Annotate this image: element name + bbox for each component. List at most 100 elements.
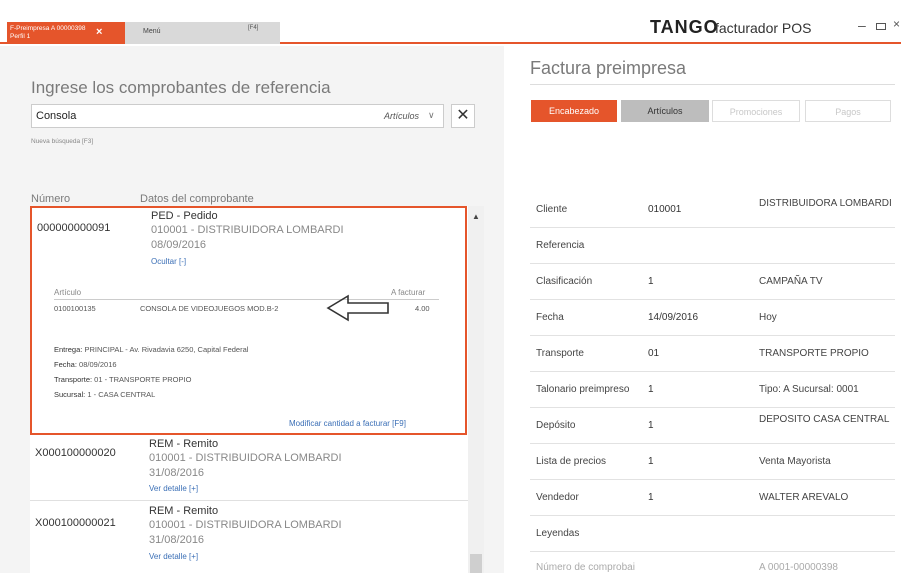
field-vendedor[interactable]: Vendedor 1 WALTER AREVALO [530,480,895,516]
scroll-thumb[interactable] [470,554,482,573]
field-fecha[interactable]: Fecha 14/09/2016 Hoy [530,300,895,336]
field-numero-comprobante[interactable]: Número de comprobai A 0001-00000398 [530,552,895,573]
field-description: DEPOSITO CASA CENTRAL [759,414,890,425]
record-type: REM - Remito [149,438,219,450]
field-label: Referencia [536,240,585,251]
column-header-numero: Número [31,193,71,205]
field-referencia[interactable]: Referencia [530,228,895,264]
show-detail-link[interactable]: Ver detalle [+] [149,552,198,561]
field-code[interactable]: 14/09/2016 [648,312,698,323]
record-number: 000000000091 [37,222,111,234]
page-title: Factura preimpresa [530,58,687,78]
field-code[interactable]: 1 [648,384,654,395]
hide-detail-link[interactable]: Ocultar [-] [151,257,186,266]
field-description: CAMPAÑA TV [759,276,823,287]
tab-articulos[interactable]: Artículos [621,100,709,122]
search-value: Consola [36,110,77,122]
article-quantity[interactable]: 4.00 [415,304,430,313]
tab-promociones[interactable]: Promociones [712,100,800,122]
left-arrow-icon [326,294,389,322]
field-label: Clasificación [536,276,593,287]
tab-encabezado[interactable]: Encabezado [531,100,617,122]
field-label: Fecha [536,312,564,323]
tango-logo: TANGO [650,17,719,37]
tab-subtitle: Perfil 1 [10,33,31,40]
date-label: Fecha: [54,360,77,369]
tab-title: F-Preimpresa A 00000398 [10,25,86,32]
transport-info: Transporte: 01 - TRANSPORTE PROPIO [54,375,191,384]
field-deposito[interactable]: Depósito 1 DEPOSITO CASA CENTRAL [530,408,895,444]
field-code[interactable]: 1 [648,276,654,287]
record-client: 010001 - DISTRIBUIDORA LOMBARDI [151,224,344,236]
app-name: facturador POS [715,20,812,36]
list-item[interactable]: X000100000020 REM - Remito 010001 - DIST… [30,435,468,500]
field-transporte[interactable]: Transporte 01 TRANSPORTE PROPIO [530,336,895,372]
delivery-value: PRINCIPAL - Av. Rivadavia 6250, Capital … [84,345,249,354]
tab-factura-preimpresa[interactable]: F-Preimpresa A 00000398 Perfil 1 × [7,22,125,44]
field-code[interactable]: 01 [648,348,659,359]
field-leyendas[interactable]: Leyendas [530,516,895,552]
field-code[interactable]: 1 [648,492,654,503]
chevron-down-icon[interactable]: ∨ [428,110,435,121]
delivery-label: Entrega: [54,345,83,354]
column-header-datos: Datos del comprobante [140,193,254,205]
search-input[interactable]: Consola Artículos ∨ [31,104,444,128]
record-date: 31/08/2016 [149,467,205,479]
show-detail-link[interactable]: Ver detalle [+] [149,484,198,493]
list-scrollbar[interactable]: ▲ [468,206,484,573]
field-label: Vendedor [536,492,579,503]
clear-search-button[interactable]: ✕ [451,104,475,128]
branch-label: Sucursal: [54,390,86,399]
date-info: Fecha: 08/09/2016 [54,360,117,369]
modify-quantity-link[interactable]: Modificar cantidad a facturar [F9] [289,419,406,428]
tab-close-icon[interactable]: × [96,27,102,38]
record-type: REM - Remito [149,505,219,517]
field-cliente[interactable]: Cliente 010001 DISTRIBUIDORA LOMBARDI [530,192,895,228]
branch-value: 1 - CASA CENTRAL [87,390,156,399]
record-date: 31/08/2016 [149,534,205,546]
title-bar: F-Preimpresa A 00000398 Perfil 1 × Menú … [0,0,901,44]
tab-menu-label: Menú [143,28,161,35]
minimize-icon[interactable]: – [858,17,866,33]
transport-label: Transporte: [54,375,93,384]
a-facturar-header: A facturar [391,288,426,297]
list-item-selected[interactable]: 000000000091 PED - Pedido 010001 - DISTR… [30,206,467,435]
reference-panel: Ingrese los comprobantes de referencia C… [0,46,504,573]
article-description: CONSOLA DE VIDEOJUEGOS MOD.B-2 [140,304,279,313]
record-number: X000100000020 [35,447,116,459]
tab-menu[interactable]: Menú [F4] [125,22,280,44]
record-date: 08/09/2016 [151,239,207,251]
delivery-info: Entrega: PRINCIPAL - Av. Rivadavia 6250,… [54,345,248,354]
field-description: A 0001-00000398 [759,562,838,573]
field-label: Depósito [536,420,576,431]
list-item[interactable]: X000100000021 REM - Remito 010001 - DIST… [30,500,468,573]
field-description: Hoy [759,312,777,323]
article-code: 0100100135 [54,304,96,313]
new-search-hint[interactable]: Nueva búsqueda [F3] [31,138,93,145]
panel-heading: Ingrese los comprobantes de referencia [31,78,331,97]
field-clasificacion[interactable]: Clasificación 1 CAMPAÑA TV [530,264,895,300]
maximize-icon[interactable] [876,23,886,30]
record-client: 010001 - DISTRIBUIDORA LOMBARDI [149,519,342,531]
window-close-icon[interactable]: × [893,17,900,31]
field-code[interactable]: 1 [648,456,654,467]
field-label: Transporte [536,348,584,359]
record-type: PED - Pedido [151,210,218,222]
tab-pagos[interactable]: Pagos [805,100,891,122]
records-list: 000000000091 PED - Pedido 010001 - DISTR… [30,206,468,573]
field-code[interactable]: 1 [648,420,654,431]
field-label: Talonario preimpreso [536,384,630,395]
tab-menu-shortcut: [F4] [248,25,259,31]
field-description: TRANSPORTE PROPIO [759,348,869,359]
field-description: DISTRIBUIDORA LOMBARDI [759,198,892,209]
field-label: Lista de precios [536,456,607,467]
search-scope-select[interactable]: Artículos [384,111,419,121]
date-value: 08/09/2016 [79,360,117,369]
scroll-up-icon[interactable]: ▲ [472,212,480,221]
field-description: Tipo: A Sucursal: 0001 [759,384,859,395]
transport-value: 01 - TRANSPORTE PROPIO [94,375,192,384]
field-code[interactable]: 010001 [648,204,681,215]
field-description: WALTER AREVALO [759,492,849,503]
field-lista-precios[interactable]: Lista de precios 1 Venta Mayorista [530,444,895,480]
field-talonario[interactable]: Talonario preimpreso 1 Tipo: A Sucursal:… [530,372,895,408]
